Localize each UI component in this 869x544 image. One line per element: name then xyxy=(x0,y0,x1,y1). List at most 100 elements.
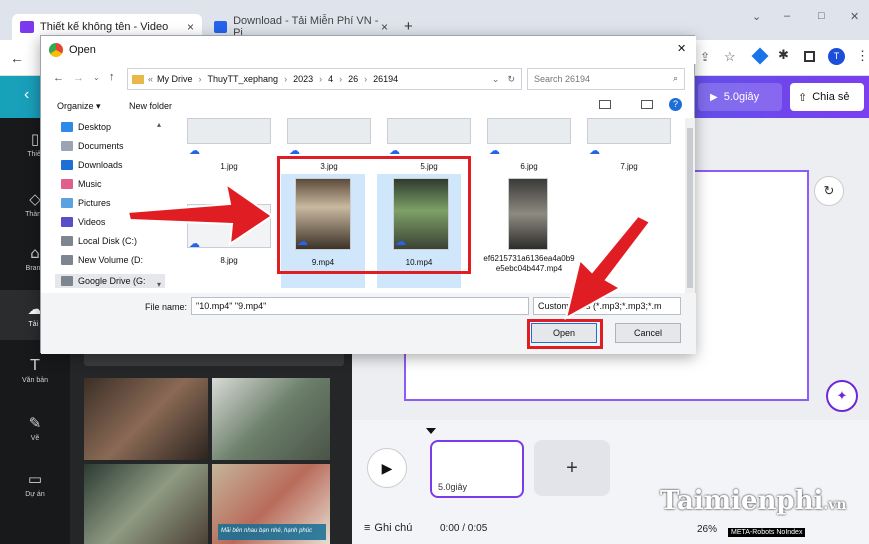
drive-extension-icon[interactable] xyxy=(751,47,769,65)
crumb[interactable]: My Drive xyxy=(157,74,193,84)
upload-thumbnail[interactable] xyxy=(212,378,330,460)
close-window-button[interactable]: ✕ xyxy=(850,10,859,23)
play-icon: ▶ xyxy=(710,91,718,103)
sidebar-label: Vẽ xyxy=(30,435,40,442)
music-note-icon xyxy=(61,179,73,189)
search-input[interactable]: Search 26194 ⌕ xyxy=(527,68,685,90)
tab-search-icon[interactable]: ⌄ xyxy=(752,10,761,23)
extensions-icon[interactable]: ✱ xyxy=(778,48,789,63)
crumb[interactable]: 4 xyxy=(328,74,333,84)
crumb-sep: › xyxy=(364,74,368,84)
play-duration-button[interactable]: ▶ 5.0giây xyxy=(698,83,782,111)
cancel-button[interactable]: Cancel xyxy=(615,323,681,343)
back-arrow-icon[interactable]: ← xyxy=(53,72,64,84)
nav-label: Google Drive (G: xyxy=(78,276,146,286)
zoom-level[interactable]: 26% xyxy=(697,524,717,535)
upload-thumbnail[interactable] xyxy=(84,378,208,460)
file-name[interactable]: 1.jpg xyxy=(184,162,274,171)
organize-button[interactable]: Organize ▾ xyxy=(57,101,101,112)
canva-back-icon[interactable]: ‹ xyxy=(24,86,29,104)
red-arrow-down-left-icon xyxy=(564,216,652,320)
file-thumbnail[interactable] xyxy=(187,118,271,144)
nav-item-downloads[interactable]: Downloads xyxy=(61,160,123,170)
profile-avatar[interactable]: T xyxy=(828,48,845,65)
file-thumbnail[interactable] xyxy=(587,118,671,144)
meta-badge: META-Robots NoIndex xyxy=(728,528,806,537)
refresh-icon[interactable]: ↻ xyxy=(814,176,844,206)
forward-arrow-icon[interactable]: → xyxy=(73,72,84,84)
sidepanel-icon[interactable] xyxy=(804,51,815,62)
nav-label: Pictures xyxy=(78,198,111,208)
time-readout: 0:00 / 0:05 xyxy=(440,523,488,534)
file-thumbnail[interactable] xyxy=(487,118,571,144)
sidebar-item-projects[interactable]: ▭ Dự án xyxy=(0,470,70,498)
folder-icon: ▭ xyxy=(27,470,43,488)
help-icon[interactable]: ? xyxy=(669,98,682,111)
drive-icon xyxy=(61,276,73,286)
file-list-scrollbar[interactable] xyxy=(685,118,695,293)
crumb[interactable]: ThuyTT_xephang xyxy=(208,74,279,84)
file-name[interactable]: 6.jpg xyxy=(484,162,574,171)
file-thumbnail[interactable] xyxy=(287,118,371,144)
upload-icon: ⇧ xyxy=(798,91,808,104)
maximize-button[interactable]: □ xyxy=(818,10,825,22)
download-arrow-icon xyxy=(61,160,73,170)
sidebar-item-draw[interactable]: ✎ Vẽ xyxy=(0,414,70,442)
videos-icon xyxy=(61,217,73,227)
preview-pane-icon[interactable] xyxy=(641,100,653,109)
watermark-logo: Taimienphi.vn xyxy=(660,486,847,516)
file-thumbnail[interactable] xyxy=(387,118,471,144)
documents-icon xyxy=(61,141,73,151)
timeline-clip[interactable]: 5.0giây xyxy=(430,440,524,498)
nav-scroll-up-icon[interactable]: ▴ xyxy=(157,120,161,129)
add-clip-button[interactable]: + xyxy=(534,440,610,496)
minimize-button[interactable]: – xyxy=(784,10,790,22)
back-icon[interactable]: ← xyxy=(10,50,24,66)
share-page-icon[interactable]: ⇪ xyxy=(700,50,710,64)
bookmark-star-icon[interactable]: ☆ xyxy=(724,49,736,65)
view-options-icon[interactable] xyxy=(599,100,611,109)
magic-sparkle-icon[interactable]: ✦ xyxy=(826,380,858,412)
filename-input[interactable]: "10.mp4" "9.mp4" xyxy=(191,297,529,315)
file-name[interactable]: 7.jpg xyxy=(584,162,674,171)
nav-item-new-volume[interactable]: New Volume (D: xyxy=(61,255,143,265)
video-thumbnail[interactable] xyxy=(508,178,548,250)
menu-icon[interactable]: ⋮ xyxy=(856,48,869,64)
crumb-sep: › xyxy=(339,74,343,84)
pen-icon: ✎ xyxy=(28,414,42,432)
scrollbar-thumb[interactable] xyxy=(687,128,693,288)
nav-item-pictures[interactable]: Pictures xyxy=(61,198,111,208)
nav-item-documents[interactable]: Documents xyxy=(61,141,124,151)
nav-item-google-drive[interactable]: Google Drive (G: xyxy=(55,274,165,288)
sidebar-item-text[interactable]: T Văn bản xyxy=(0,356,70,384)
file-name[interactable]: 8.jpg xyxy=(184,256,274,265)
up-arrow-icon[interactable]: ↑ xyxy=(109,71,115,83)
red-arrow-right-icon xyxy=(126,181,274,247)
dialog-close-button[interactable]: ✕ xyxy=(677,42,686,55)
nav-item-desktop[interactable]: Desktop xyxy=(61,122,111,132)
playhead-icon[interactable] xyxy=(426,428,436,434)
crumb[interactable]: 26194 xyxy=(373,74,398,84)
new-tab-button[interactable]: + xyxy=(404,18,413,35)
timeline-play-button[interactable]: ▶ xyxy=(367,448,407,488)
close-tab-icon[interactable]: × xyxy=(381,20,388,34)
share-button[interactable]: ⇧ Chia sẻ xyxy=(790,83,864,111)
share-label: Chia sẻ xyxy=(812,91,850,103)
nav-item-videos[interactable]: Videos xyxy=(61,217,105,227)
crumb[interactable]: 26 xyxy=(348,74,358,84)
upload-thumbnail[interactable] xyxy=(84,464,208,544)
nav-item-music[interactable]: Music xyxy=(61,179,102,189)
crumb[interactable]: 2023 xyxy=(293,74,313,84)
drive-icon xyxy=(61,255,73,265)
text-t-icon: T xyxy=(30,356,40,374)
nav-label: Desktop xyxy=(78,122,112,132)
refresh-icon[interactable]: ↻ xyxy=(507,74,515,85)
duration-label: 5.0giây xyxy=(723,91,760,103)
close-tab-icon[interactable]: × xyxy=(187,20,194,34)
notes-button[interactable]: ≡ Ghi chú xyxy=(364,522,412,534)
path-breadcrumb[interactable]: « My Drive › ThuyTT_xephang › 2023 › 4 › 26 ›… xyxy=(127,68,522,90)
nav-scroll-down-icon[interactable]: ▾ xyxy=(157,280,161,289)
recent-chevron-icon[interactable]: ⌄ xyxy=(93,73,100,82)
path-dropdown-icon[interactable]: ⌄ xyxy=(492,74,500,85)
new-folder-button[interactable]: New folder xyxy=(129,101,172,111)
